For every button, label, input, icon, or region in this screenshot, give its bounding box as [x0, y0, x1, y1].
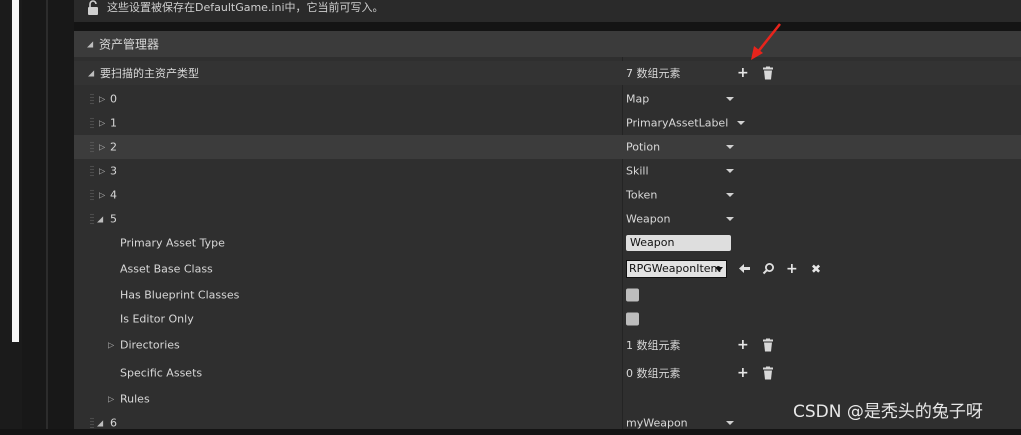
item-index: 1	[110, 116, 117, 130]
asset-base-class-combo[interactable]: RPGWeaponItem	[626, 260, 727, 278]
item-value-dropdown[interactable]: Potion	[626, 141, 660, 154]
browse-magnifier-icon[interactable]	[762, 262, 775, 275]
item-index: 0	[110, 92, 117, 106]
annotation-arrow-icon	[751, 23, 781, 60]
clear-button[interactable]: ✖	[811, 262, 821, 276]
dropdown-caret-icon[interactable]	[726, 169, 734, 173]
add-element-button[interactable]: +	[737, 338, 749, 352]
expand-triangle-icon[interactable]: ▷	[108, 395, 114, 404]
is-editor-only-checkbox[interactable]	[626, 312, 639, 326]
item-index: 3	[110, 164, 117, 178]
drag-handle-icon[interactable]	[90, 141, 94, 153]
expand-triangle-icon[interactable]: ▷	[99, 191, 105, 200]
item-value-dropdown[interactable]: PrimaryAssetLabel	[626, 117, 728, 130]
primary-asset-types-row[interactable]: ◢ 要扫描的主资产类型 7 数组元素 +	[74, 61, 1021, 85]
use-selected-arrow-icon[interactable]	[738, 262, 751, 275]
config-notice-bar: 这些设置被保存在DefaultGame.ini中，它当前可写入。	[74, 0, 1021, 22]
category-title: 资产管理器	[99, 37, 160, 52]
array-count: 7 数组元素	[626, 67, 681, 80]
notice-text: 这些设置被保存在DefaultGame.ini中，它当前可写入。	[107, 1, 384, 14]
drag-handle-icon[interactable]	[90, 213, 94, 225]
add-element-button[interactable]: +	[737, 66, 749, 80]
trash-icon[interactable]	[762, 366, 774, 380]
array-item-2[interactable]: ▷ 2 Potion	[74, 135, 1021, 159]
item-value-dropdown[interactable]: myWeapon	[626, 417, 688, 430]
array-item-1[interactable]: ▷ 1 PrimaryAssetLabel	[74, 111, 1021, 135]
item-value-dropdown[interactable]: Token	[626, 189, 657, 202]
item-value-dropdown[interactable]: Skill	[626, 165, 649, 178]
rules-label: Rules	[120, 392, 150, 406]
dropdown-caret-icon[interactable]	[726, 97, 734, 101]
add-element-button[interactable]: +	[737, 366, 749, 380]
drag-handle-icon[interactable]	[90, 165, 94, 177]
drag-handle-icon[interactable]	[90, 117, 94, 129]
array-item-4[interactable]: ▷ 4 Token	[74, 183, 1021, 207]
array-item-5[interactable]: ◢ 5 Weapon	[74, 207, 1021, 231]
expand-triangle-icon[interactable]: ▷	[99, 95, 105, 104]
primary-asset-type-label: Primary Asset Type	[120, 236, 225, 250]
item-index: 2	[110, 140, 117, 154]
create-new-button[interactable]: +	[786, 262, 798, 276]
watermark-text: CSDN @是秃头的兔子呀	[793, 402, 983, 422]
asset-base-class-value: RPGWeaponItem	[629, 262, 722, 275]
item-index: 4	[110, 188, 117, 202]
specific-assets-count: 0 数组元素	[626, 367, 681, 380]
directories-count: 1 数组元素	[626, 339, 681, 352]
dropdown-caret-icon[interactable]	[726, 145, 734, 149]
has-blueprint-classes-label: Has Blueprint Classes	[120, 288, 240, 302]
has-blueprint-classes-checkbox[interactable]	[626, 288, 639, 302]
trash-icon[interactable]	[762, 66, 774, 80]
category-asset-manager[interactable]: ◢ 资产管理器	[74, 31, 1021, 57]
expand-triangle-icon[interactable]: ▷	[108, 341, 114, 350]
item-value-dropdown[interactable]: Weapon	[626, 213, 670, 226]
specific-assets-label: Specific Assets	[120, 366, 203, 380]
unlock-icon	[88, 0, 98, 15]
asset-base-class-label: Asset Base Class	[120, 262, 213, 276]
sidebar-scrollbar[interactable]	[12, 0, 19, 342]
primary-asset-type-input[interactable]: Weapon	[626, 235, 731, 251]
left-sidebar	[0, 0, 22, 429]
collapse-triangle-icon[interactable]: ◢	[87, 40, 93, 49]
item-index: 6	[110, 416, 117, 430]
expand-triangle-icon[interactable]: ▷	[99, 119, 105, 128]
directories-row[interactable]: ▷ Directories 1 数组元素 +	[74, 333, 1021, 357]
drag-handle-icon[interactable]	[90, 93, 94, 105]
primary-asset-type-row: Primary Asset Type Weapon	[74, 231, 1021, 255]
is-editor-only-row: Is Editor Only	[74, 307, 1021, 331]
dropdown-caret-icon[interactable]	[737, 121, 745, 125]
collapse-triangle-icon[interactable]: ◢	[97, 419, 103, 428]
specific-assets-row: Specific Assets 0 数组元素 +	[74, 361, 1021, 385]
is-editor-only-label: Is Editor Only	[120, 312, 194, 326]
drag-handle-icon[interactable]	[90, 189, 94, 201]
trash-icon[interactable]	[762, 338, 774, 352]
dropdown-caret-icon[interactable]	[726, 193, 734, 197]
chevron-down-icon	[715, 267, 723, 272]
dropdown-caret-icon[interactable]	[726, 217, 734, 221]
asset-base-class-row: Asset Base Class RPGWeaponItem + ✖	[74, 256, 1021, 282]
array-item-3[interactable]: ▷ 3 Skill	[74, 159, 1021, 183]
has-blueprint-classes-row: Has Blueprint Classes	[74, 283, 1021, 307]
expand-triangle-icon[interactable]: ▷	[99, 167, 105, 176]
dropdown-caret-icon[interactable]	[726, 421, 734, 425]
collapse-triangle-icon[interactable]: ◢	[88, 69, 94, 78]
item-index: 5	[110, 212, 117, 226]
expand-triangle-icon[interactable]: ▷	[99, 143, 105, 152]
drag-handle-icon[interactable]	[90, 417, 94, 429]
details-panel: ◢ 资产管理器 ◢ 要扫描的主资产类型 7 数组元素 + ▷ 0 Map ▷ 1…	[74, 31, 1021, 430]
item-value-dropdown[interactable]: Map	[626, 93, 649, 106]
gutter-divider	[46, 0, 48, 429]
directories-label: Directories	[120, 338, 180, 352]
primary-asset-types-label: 要扫描的主资产类型	[100, 67, 199, 80]
collapse-triangle-icon[interactable]: ◢	[97, 215, 103, 224]
array-item-0[interactable]: ▷ 0 Map	[74, 87, 1021, 111]
left-gutter	[22, 0, 74, 429]
